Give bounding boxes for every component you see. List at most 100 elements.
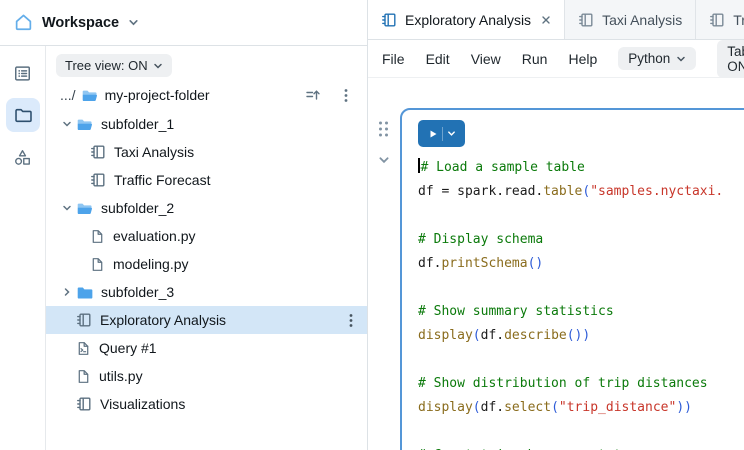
code-line xyxy=(418,204,744,228)
tab-label: Traffic Forecast xyxy=(733,12,744,28)
notebook-icon xyxy=(578,12,594,28)
tree-item-label: Taxi Analysis xyxy=(114,144,194,160)
tab-label: Exploratory Analysis xyxy=(405,12,531,28)
tree-item-label: utils.py xyxy=(99,368,143,384)
tree-item-traffic-forecast[interactable]: Traffic Forecast xyxy=(46,166,367,194)
tree-item-query-1[interactable]: Query #1 xyxy=(46,334,367,362)
tab-traffic-forecast[interactable]: Traffic Forecast xyxy=(696,0,744,39)
folder-open-icon xyxy=(81,87,98,104)
code-line: # Count trips by payment type xyxy=(418,444,744,450)
tree-item-subfolder-2[interactable]: subfolder_2 xyxy=(46,194,367,222)
folder-closed-icon xyxy=(76,284,93,301)
notebook-icon xyxy=(381,12,397,28)
panel-list-icon xyxy=(13,64,32,83)
drag-handle-icon[interactable] xyxy=(377,120,390,138)
tree-item-subfolder-3[interactable]: subfolder_3 xyxy=(46,278,367,306)
rail-item-objects-panel[interactable] xyxy=(6,140,40,174)
kebab-menu-icon[interactable] xyxy=(344,88,348,103)
file-icon xyxy=(90,229,105,244)
file-tree-panel: Tree view: ON .../ my-project-folder xyxy=(46,46,367,450)
pill-label: Tabs: ON xyxy=(727,44,744,74)
tree-item-label: subfolder_1 xyxy=(101,116,174,132)
code-line xyxy=(418,348,744,372)
pill-tabs-on[interactable]: Tabs: ON xyxy=(717,40,744,78)
tree-root-label: my-project-folder xyxy=(105,87,210,103)
file-icon xyxy=(90,257,105,272)
tree-item-label: Query #1 xyxy=(99,340,157,356)
collapse-cell-chevron-icon[interactable] xyxy=(378,154,390,166)
tree-item-exploratory-analysis[interactable]: Exploratory Analysis xyxy=(46,306,367,334)
tree-item-utils-py[interactable]: utils.py xyxy=(46,362,367,390)
tree-root-path-prefix: .../ xyxy=(60,87,76,103)
run-options-chevron-icon xyxy=(447,129,456,138)
file-icon xyxy=(76,369,91,384)
notebook-icon xyxy=(76,396,92,412)
workspace-chevron-down-icon[interactable] xyxy=(128,17,139,28)
rail-item-workspace-folders[interactable] xyxy=(6,98,40,132)
shapes-icon xyxy=(13,148,32,167)
chevron-down-icon xyxy=(676,54,686,64)
tree-item-modeling-py[interactable]: modeling.py xyxy=(46,250,367,278)
code-line: df.printSchema() xyxy=(418,252,744,276)
tree-item-label: modeling.py xyxy=(113,256,189,272)
menu-item-help[interactable]: Help xyxy=(568,51,597,67)
code-line: display(df.select("trip_distance")) xyxy=(418,396,744,420)
tree-item-label: Traffic Forecast xyxy=(114,172,210,188)
pill-label: Python xyxy=(628,51,670,66)
pill-python[interactable]: Python xyxy=(618,47,696,70)
menu-item-edit[interactable]: Edit xyxy=(426,51,450,67)
notebook-icon xyxy=(90,144,106,160)
menu-item-run[interactable]: Run xyxy=(522,51,548,67)
sidebar-body: Tree view: ON .../ my-project-folder xyxy=(0,46,367,450)
play-icon xyxy=(428,129,438,139)
tree-item-evaluation-py[interactable]: evaluation.py xyxy=(46,222,367,250)
notebook-cell[interactable]: # Load a sample tabledf = spark.read.tab… xyxy=(400,108,744,450)
menu-item-file[interactable]: File xyxy=(382,51,405,67)
code-line: # Show summary statistics xyxy=(418,300,744,324)
workspace-sidebar: Workspace Tree view: ON .../ xyxy=(0,0,368,450)
tree-item-subfolder-1[interactable]: subfolder_1 xyxy=(46,110,367,138)
tree-items: subfolder_1 Taxi Analysis Traffic Forecast… xyxy=(46,110,367,418)
code-line: # Display schema xyxy=(418,228,744,252)
close-tab-icon[interactable] xyxy=(541,15,551,25)
rail-item-browser-panel[interactable] xyxy=(6,56,40,90)
run-button-divider xyxy=(442,127,443,141)
tab-taxi-analysis[interactable]: Taxi Analysis xyxy=(565,0,696,39)
tree-item-label: subfolder_3 xyxy=(101,284,174,300)
folder-open-icon xyxy=(76,200,93,217)
code-line xyxy=(418,420,744,444)
code-line xyxy=(418,276,744,300)
tab-exploratory-analysis[interactable]: Exploratory Analysis xyxy=(368,0,565,40)
editor-tab-strip: Exploratory Analysis Taxi Analysis Traffic… xyxy=(368,0,744,40)
editor-panel: Exploratory Analysis Taxi Analysis Traffic… xyxy=(368,0,744,450)
query-icon xyxy=(76,341,91,356)
tree-item-label: Visualizations xyxy=(100,396,185,412)
folder-outline-icon xyxy=(14,106,32,124)
code-editor[interactable]: # Load a sample tabledf = spark.read.tab… xyxy=(418,156,744,450)
tree-item-visualizations[interactable]: Visualizations xyxy=(46,390,367,418)
chevron-down-icon[interactable] xyxy=(58,119,76,129)
notebook-menu-bar: File Edit View Run Help Python Tabs: ON xyxy=(368,40,744,78)
run-cell-button[interactable] xyxy=(418,120,465,147)
kebab-menu-icon[interactable] xyxy=(349,313,353,328)
code-line: df = spark.read.table("samples.nyctaxi. xyxy=(418,180,744,204)
tree-root-row[interactable]: .../ my-project-folder xyxy=(46,80,367,110)
tree-item-label: Exploratory Analysis xyxy=(100,312,226,328)
tree-item-taxi-analysis[interactable]: Taxi Analysis xyxy=(46,138,367,166)
notebook-icon xyxy=(76,312,92,328)
chevron-right-icon[interactable] xyxy=(58,287,76,297)
code-line: # Load a sample table xyxy=(418,156,744,180)
tree-item-label: subfolder_2 xyxy=(101,200,174,216)
tree-view-toggle[interactable]: Tree view: ON xyxy=(56,54,172,77)
icon-rail xyxy=(0,46,46,450)
notebook-icon xyxy=(90,172,106,188)
notebook-canvas: # Load a sample tabledf = spark.read.tab… xyxy=(368,78,744,450)
tree-view-toggle-label: Tree view: ON xyxy=(65,58,148,73)
cell-gutter xyxy=(377,120,390,166)
menu-item-view[interactable]: View xyxy=(471,51,501,67)
sort-icon[interactable] xyxy=(305,87,321,103)
code-line: # Show distribution of trip distances xyxy=(418,372,744,396)
tab-label: Taxi Analysis xyxy=(602,12,682,28)
app-window: Workspace Tree view: ON .../ xyxy=(0,0,744,450)
chevron-down-icon[interactable] xyxy=(58,203,76,213)
